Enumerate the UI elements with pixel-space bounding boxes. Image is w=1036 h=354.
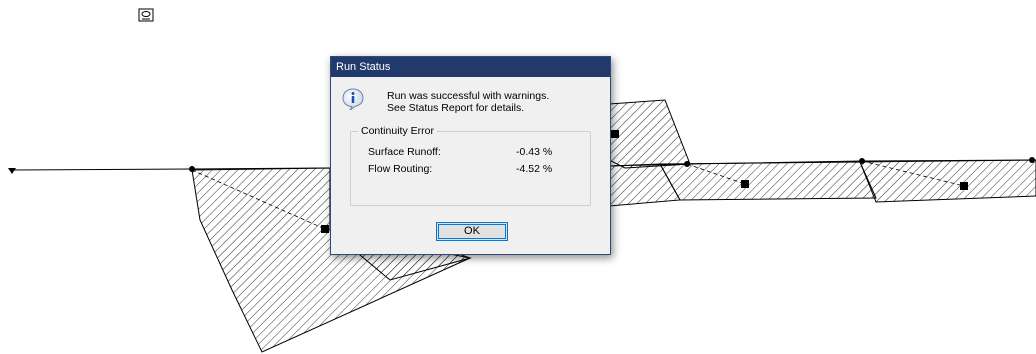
- run-status-dialog: Run Status Run was successful with warni…: [330, 56, 611, 255]
- group-title: Continuity Error: [358, 125, 437, 137]
- outfall-icon[interactable]: [8, 168, 16, 174]
- status-message-line1: Run was successful with warnings.: [387, 90, 550, 102]
- flow-routing-value: -4.52 %: [516, 163, 553, 175]
- rain-gage-icon[interactable]: [138, 8, 154, 22]
- subcatchment-centroid[interactable]: [611, 130, 619, 138]
- ok-button[interactable]: OK: [436, 222, 508, 241]
- junction-node[interactable]: [684, 161, 690, 167]
- flow-routing-label: Flow Routing:: [368, 163, 433, 175]
- surface-runoff-label: Surface Runoff:: [368, 146, 441, 158]
- subcatchment-centroid[interactable]: [960, 182, 968, 190]
- subcatchment-centroid[interactable]: [741, 180, 749, 188]
- subcatchment-centroid[interactable]: [321, 225, 329, 233]
- subcatchment[interactable]: [659, 161, 877, 201]
- junction-node[interactable]: [859, 158, 865, 164]
- dialog-title[interactable]: Run Status: [331, 57, 610, 77]
- subcatchment[interactable]: [608, 99, 691, 169]
- status-message: Run was successful with warnings. See St…: [387, 90, 549, 114]
- subcatchment[interactable]: [859, 159, 1036, 203]
- junction-node[interactable]: [1029, 157, 1035, 163]
- info-icon: [342, 88, 364, 111]
- surface-runoff-value: -0.43 %: [516, 146, 553, 158]
- continuity-error-group: Continuity Error Surface Runoff: -0.43 %…: [350, 125, 591, 206]
- junction-node[interactable]: [189, 166, 195, 172]
- status-message-line2: See Status Report for details.: [387, 102, 525, 114]
